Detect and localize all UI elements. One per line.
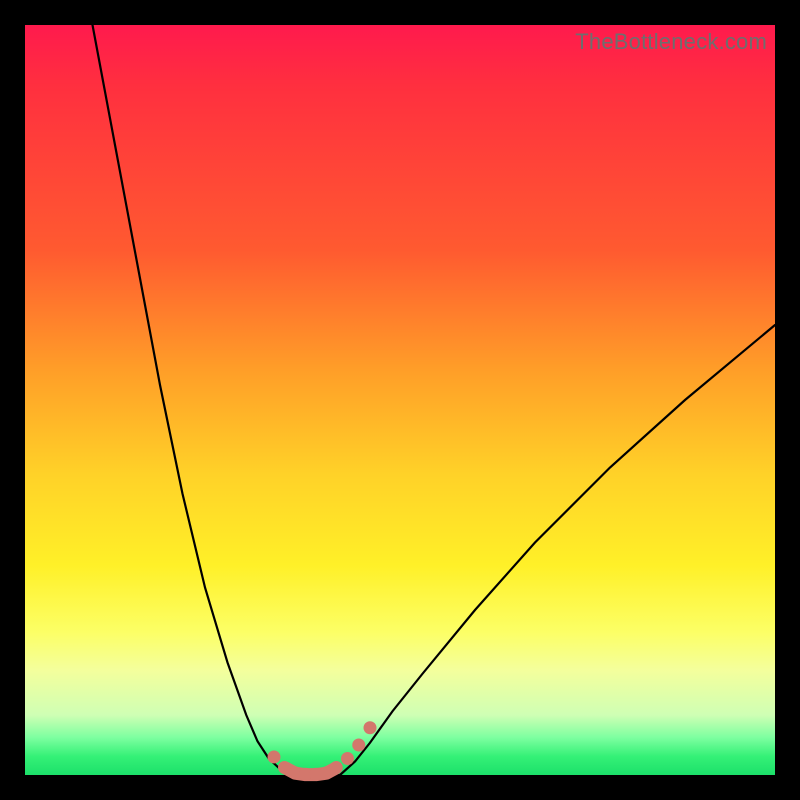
marker-dot (330, 761, 343, 774)
curve-svg (25, 25, 775, 775)
bottleneck-curve (93, 25, 776, 775)
watermark-text: TheBottleneck.com (575, 29, 767, 55)
marker-dot (352, 739, 365, 752)
chart-frame: TheBottleneck.com (0, 0, 800, 800)
valley-marker-dots (268, 721, 377, 781)
marker-dot (341, 752, 354, 765)
marker-dot (364, 721, 377, 734)
marker-dot (268, 751, 281, 764)
plot-area: TheBottleneck.com (25, 25, 775, 775)
